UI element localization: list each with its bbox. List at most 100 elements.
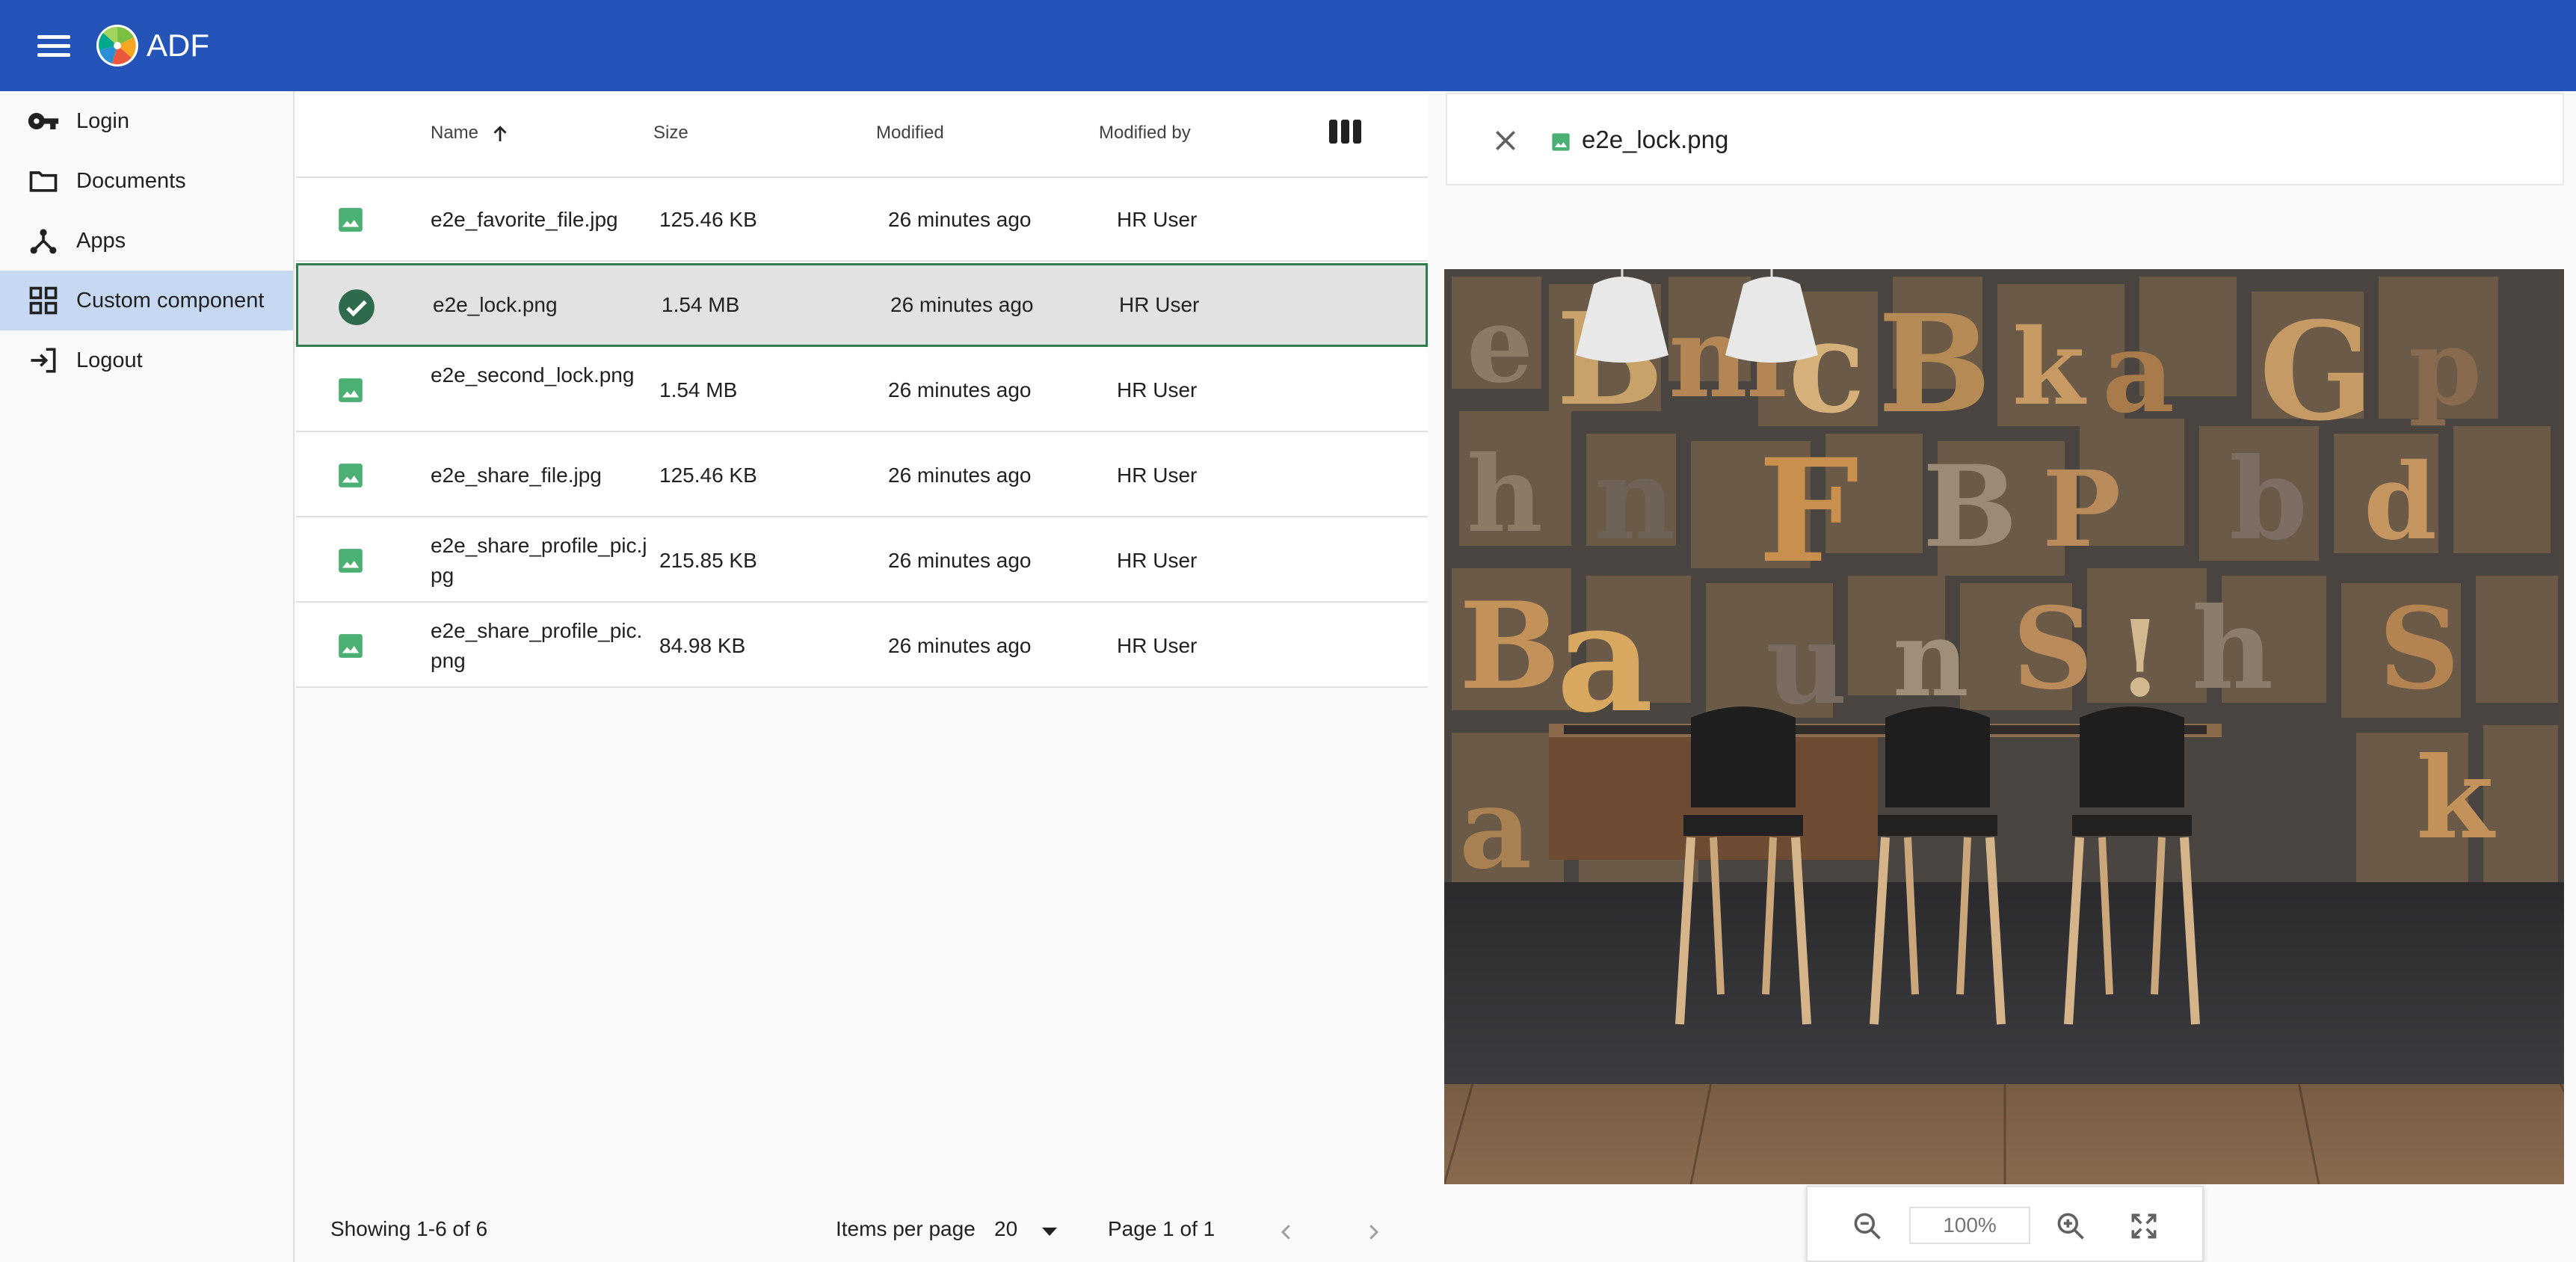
- svg-text:n: n: [1594, 434, 1675, 565]
- svg-text:b: b: [2229, 434, 2308, 565]
- page-indicator: Page 1 of 1: [1108, 1217, 1215, 1240]
- image-file-icon: [339, 549, 363, 573]
- viewer-file-name: e2e_lock.png: [1582, 126, 1729, 153]
- items-per-page-label: Items per page: [836, 1217, 976, 1240]
- table-row[interactable]: e2e_second_lock.png 1.54 MB 26 minutes a…: [296, 348, 1428, 432]
- svg-text:h: h: [2192, 583, 2273, 715]
- sidebar-item-label: Custom component: [76, 288, 265, 313]
- row-name: e2e_share_profile_pic.jpg: [431, 534, 647, 587]
- sidebar-item-label: Login: [76, 108, 129, 133]
- row-modified-by: HR User: [1117, 208, 1198, 231]
- row-modified: 26 minutes ago: [890, 293, 1034, 316]
- row-modified-by: HR User: [1119, 293, 1200, 316]
- sidebar-item-apps[interactable]: Apps: [0, 211, 293, 271]
- exit-icon: [31, 348, 56, 373]
- row-size: 215.85 KB: [659, 549, 757, 572]
- svg-text:h: h: [1467, 434, 1543, 556]
- list-header: Name Size Modified Modified by: [296, 91, 1428, 178]
- svg-text:B: B: [1459, 576, 1560, 716]
- table-row[interactable]: e2e_favorite_file.jpg 125.46 KB 26 minut…: [296, 178, 1428, 262]
- svg-text:n: n: [1893, 598, 1969, 721]
- row-name: e2e_favorite_file.jpg: [431, 208, 618, 231]
- zoom-out-icon[interactable]: [1851, 1210, 1884, 1243]
- svg-text:!: !: [2117, 598, 2163, 721]
- row-name: e2e_second_lock.png: [431, 363, 635, 387]
- image-file-icon: [339, 634, 363, 658]
- document-list: Name Size Modified Modified by e2e_favor…: [296, 91, 1428, 1262]
- row-size: 125.46 KB: [659, 208, 757, 231]
- fullscreen-icon[interactable]: [2127, 1210, 2160, 1243]
- column-chooser-icon[interactable]: [1329, 118, 1364, 147]
- sidebar-item-documents[interactable]: Documents: [0, 151, 293, 211]
- alfresco-logo-icon: [96, 25, 138, 67]
- svg-text:a: a: [2102, 307, 2175, 438]
- table-row[interactable]: e2e_share_file.jpg 125.46 KB 26 minutes …: [296, 434, 1428, 517]
- column-header-name[interactable]: Name: [431, 123, 478, 144]
- next-page-icon[interactable]: [1362, 1219, 1384, 1246]
- row-size: 125.46 KB: [659, 464, 757, 487]
- svg-text:a: a: [1556, 570, 1654, 746]
- svg-text:S: S: [2012, 583, 2093, 715]
- menu-icon[interactable]: [33, 29, 75, 62]
- close-icon[interactable]: [1491, 126, 1520, 156]
- column-header-modified[interactable]: Modified: [876, 123, 944, 144]
- svg-text:B: B: [1878, 286, 1991, 443]
- table-row[interactable]: e2e_share_profile_pic.png 84.98 KB 26 mi…: [296, 604, 1428, 688]
- check-circle-icon: [339, 289, 375, 325]
- row-modified: 26 minutes ago: [888, 378, 1032, 401]
- table-row[interactable]: e2e_lock.png 1.54 MB 26 minutes ago HR U…: [296, 263, 1428, 347]
- apps-hub-icon: [30, 229, 57, 254]
- svg-text:B: B: [1923, 441, 2018, 573]
- sidebar: Login Documents Apps Custom component Lo…: [0, 91, 295, 1262]
- image-file-icon: [339, 208, 363, 232]
- sidebar-item-label: Logout: [76, 348, 143, 372]
- svg-text:G: G: [2259, 293, 2374, 451]
- svg-text:a: a: [1459, 763, 1532, 894]
- sidebar-item-custom-component[interactable]: Custom component: [0, 271, 293, 330]
- row-modified: 26 minutes ago: [888, 464, 1032, 487]
- svg-text:k: k: [2416, 733, 2496, 864]
- app-title: ADF: [147, 28, 209, 63]
- svg-text:P: P: [2042, 449, 2121, 571]
- column-header-size[interactable]: Size: [653, 123, 688, 144]
- row-size: 84.98 KB: [659, 634, 746, 657]
- app-header: ADF: [0, 0, 2576, 91]
- viewer-header: e2e_lock.png: [1446, 93, 2564, 185]
- zoom-level: 100%: [1909, 1207, 2030, 1244]
- sidebar-item-login[interactable]: Login: [0, 91, 293, 151]
- sort-ascending-icon[interactable]: [489, 123, 511, 145]
- row-size: 1.54 MB: [659, 378, 738, 401]
- row-modified-by: HR User: [1117, 549, 1198, 572]
- image-file-icon: [339, 464, 363, 487]
- sidebar-item-logout[interactable]: Logout: [0, 330, 293, 390]
- table-row[interactable]: e2e_share_profile_pic.jpg 215.85 KB 26 m…: [296, 519, 1428, 603]
- previous-page-icon[interactable]: [1275, 1219, 1298, 1246]
- folder-icon: [29, 171, 58, 192]
- svg-text:S: S: [2379, 583, 2459, 715]
- svg-text:p: p: [2409, 307, 2482, 429]
- chevron-down-icon[interactable]: [1042, 1228, 1057, 1236]
- sidebar-item-label: Apps: [76, 228, 126, 253]
- svg-text:k: k: [2012, 307, 2087, 429]
- viewer-toolbar: 100%: [1806, 1186, 2204, 1262]
- row-modified: 26 minutes ago: [888, 208, 1032, 231]
- pagination: Showing 1-6 of 6 Items per page 20 Page …: [296, 1201, 1428, 1262]
- row-name: e2e_share_file.jpg: [431, 464, 602, 487]
- svg-text:e: e: [1467, 284, 1533, 407]
- pagination-range: Showing 1-6 of 6: [330, 1217, 488, 1240]
- items-per-page-select[interactable]: 20: [994, 1217, 1017, 1241]
- image-file-icon: [1552, 133, 1570, 151]
- key-icon: [28, 113, 59, 129]
- row-modified-by: HR User: [1117, 378, 1198, 401]
- row-modified-by: HR User: [1117, 634, 1198, 657]
- svg-text:d: d: [2364, 441, 2437, 564]
- zoom-in-icon[interactable]: [2054, 1210, 2087, 1243]
- preview-picture: e B m c B k a G p h n F B P b d B a u n …: [1444, 269, 2564, 1184]
- svg-text:u: u: [1766, 598, 1847, 730]
- image-preview: e B m c B k a G p h n F B P b d B a u n …: [1444, 269, 2564, 1184]
- row-modified-by: HR User: [1117, 464, 1198, 487]
- column-header-modified-by[interactable]: Modified by: [1099, 123, 1191, 144]
- row-size: 1.54 MB: [662, 293, 740, 316]
- row-modified: 26 minutes ago: [888, 634, 1032, 657]
- sidebar-item-label: Documents: [76, 168, 186, 193]
